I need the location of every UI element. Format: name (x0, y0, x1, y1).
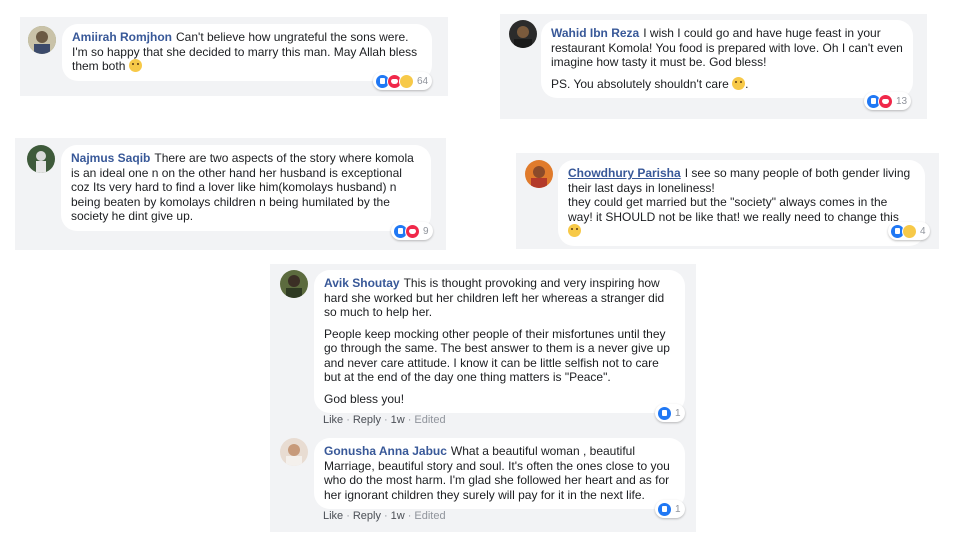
reaction-summary[interactable]: 13 (864, 92, 912, 110)
edited-label[interactable]: Edited (414, 510, 445, 522)
avatar[interactable] (27, 145, 55, 173)
avatar[interactable] (509, 20, 537, 48)
love-reaction-icon (878, 93, 893, 109)
comment-bubble: Chowdhury Parisha I see so many people of… (558, 160, 925, 246)
commenter-name[interactable]: Wahid Ibn Reza (551, 26, 639, 40)
commenter-name[interactable]: Avik Shoutay (324, 276, 400, 290)
like-link[interactable]: Like (323, 510, 343, 522)
separator: · (407, 510, 412, 522)
separator: · (383, 510, 388, 522)
wow-reaction-icon (902, 223, 917, 239)
reaction-count: 1 (675, 407, 681, 419)
comment-bubble: Avik Shoutay This is thought provoking an… (314, 270, 685, 413)
reaction-summary[interactable]: 9 (391, 222, 433, 240)
reaction-count: 9 (423, 225, 429, 237)
comment-text: People keep mocking other people of thei… (324, 326, 670, 385)
reaction-count: 64 (417, 75, 429, 87)
sad-reaction-icon (399, 73, 414, 89)
comment-bubble: Gonusha Anna Jabuc What a beautiful woman… (314, 438, 685, 509)
commenter-name[interactable]: Gonusha Anna Jabuc (324, 444, 447, 458)
separator: · (383, 414, 388, 426)
like-reaction-icon (657, 405, 672, 421)
reaction-count: 13 (896, 95, 908, 107)
separator: · (346, 510, 350, 522)
comment-text: they could get married but the "society"… (568, 195, 899, 224)
edited-label[interactable]: Edited (414, 414, 445, 426)
comment-text: God bless you! (324, 391, 405, 406)
avatar[interactable] (525, 160, 553, 188)
reaction-summary[interactable]: 1 (655, 500, 685, 518)
smiling-face-emoji (732, 76, 746, 90)
worried-face-emoji (568, 224, 581, 237)
commenter-name[interactable]: Chowdhury Parisha (568, 166, 681, 180)
separator: · (407, 414, 412, 426)
smiling-face-emoji (128, 59, 142, 72)
comment-actions: Like · Reply · 1w · Edited (323, 414, 446, 426)
reaction-count: 4 (920, 225, 926, 237)
comment-text: PS. You absolutely shouldn't care (551, 76, 729, 91)
commenter-name[interactable]: Najmus Saqib (71, 151, 150, 165)
like-link[interactable]: Like (323, 414, 343, 426)
avatar[interactable] (28, 26, 56, 54)
avatar[interactable] (280, 438, 308, 466)
avatar[interactable] (280, 270, 308, 298)
timestamp-link[interactable]: 1w (391, 510, 405, 522)
timestamp-link[interactable]: 1w (391, 414, 405, 426)
love-reaction-icon (405, 223, 420, 239)
comment-bubble: Amiirah Romjhon Can't believe how ungrate… (62, 24, 432, 81)
reply-link[interactable]: Reply (353, 510, 381, 522)
reply-link[interactable]: Reply (353, 414, 381, 426)
reaction-count: 1 (675, 503, 681, 515)
reaction-summary[interactable]: 4 (888, 222, 930, 240)
like-reaction-icon (657, 501, 672, 517)
comment-actions: Like · Reply · 1w · Edited (323, 510, 446, 522)
commenter-name[interactable]: Amiirah Romjhon (72, 30, 172, 44)
comment-bubble: Najmus Saqib There are two aspects of the… (61, 145, 431, 231)
reaction-summary[interactable]: 64 (373, 72, 433, 90)
separator: · (346, 414, 350, 426)
reaction-summary[interactable]: 1 (655, 404, 685, 422)
comment-bubble: Wahid Ibn Reza I wish I could go and have… (541, 20, 913, 98)
